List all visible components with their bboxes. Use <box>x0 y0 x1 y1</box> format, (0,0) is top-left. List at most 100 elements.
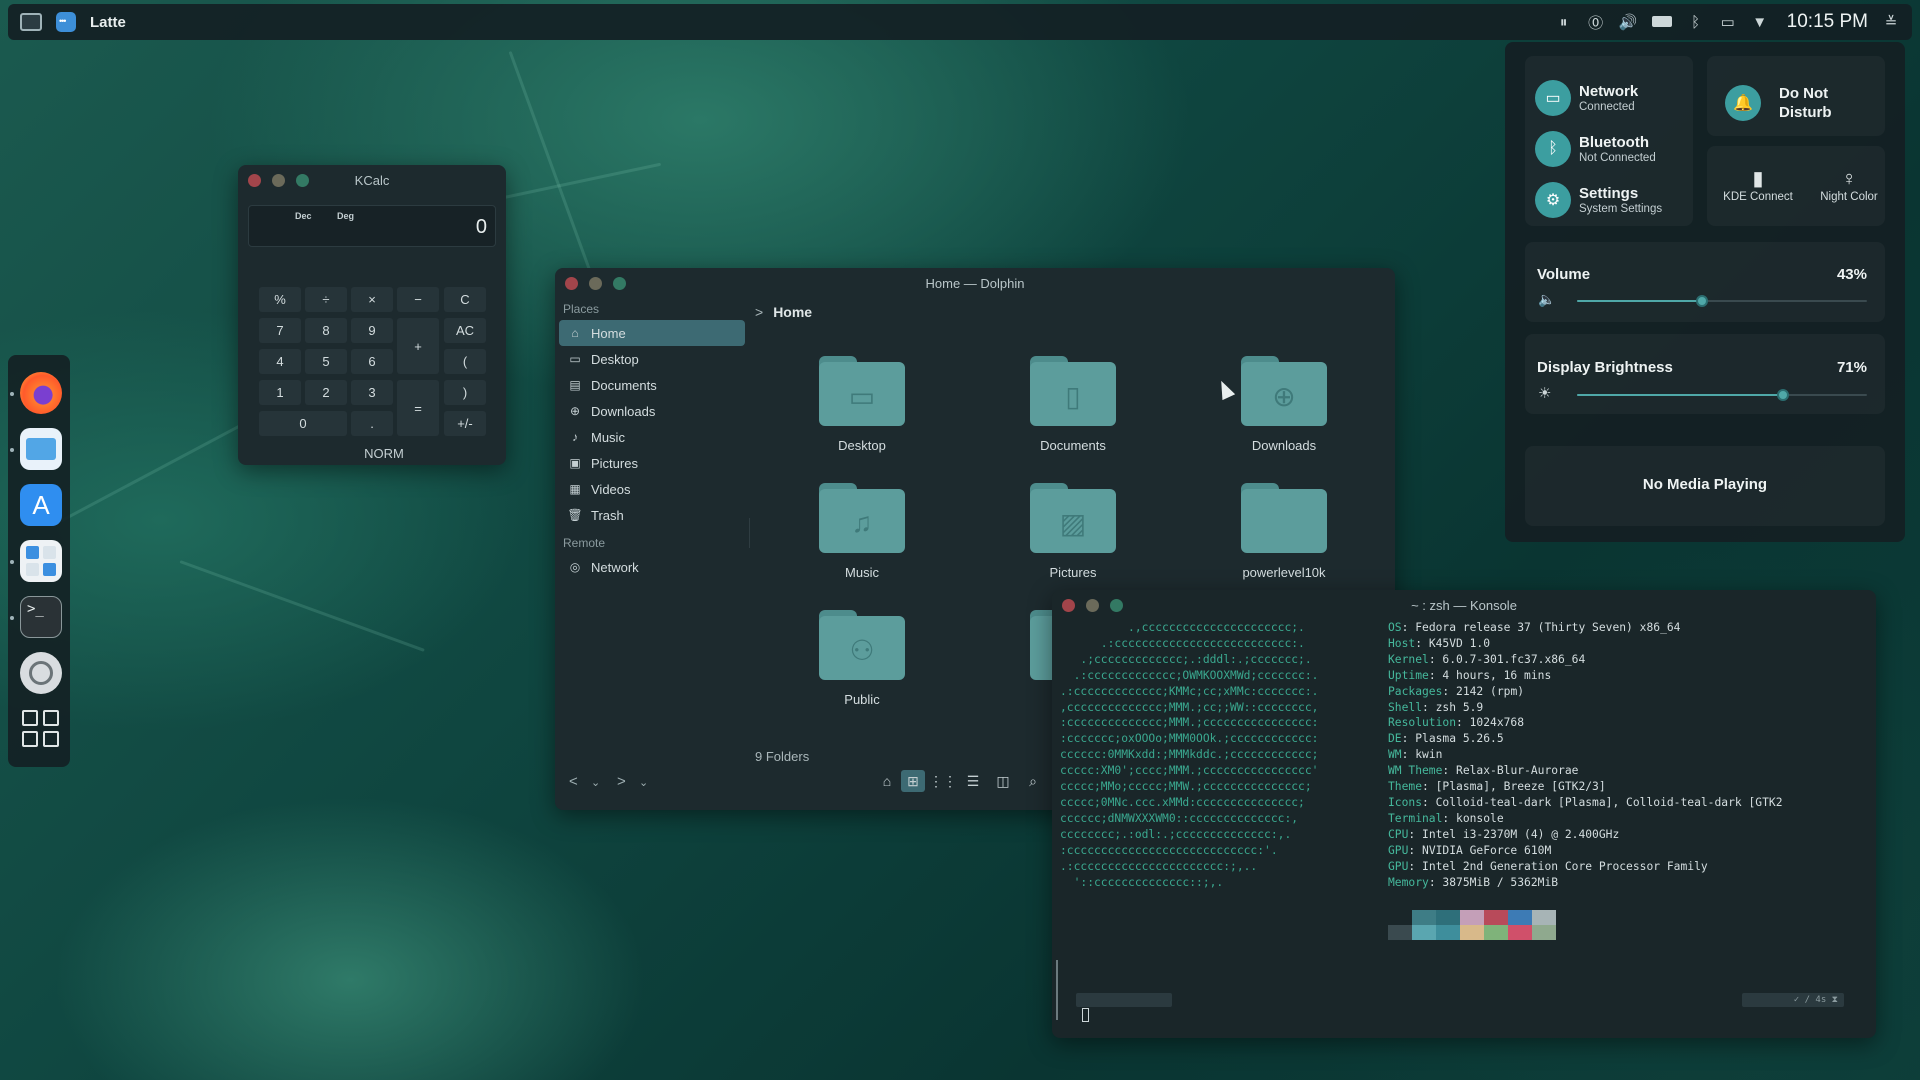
latte-app-icon[interactable] <box>56 12 76 32</box>
window-switcher-icon[interactable] <box>20 13 42 31</box>
place-videos[interactable]: ▦ Videos <box>559 476 745 502</box>
volume-icon[interactable]: 🔊 <box>1619 13 1638 31</box>
running-indicator <box>10 392 14 396</box>
key-clear[interactable]: C <box>444 287 486 312</box>
maximize-button[interactable] <box>296 174 309 187</box>
key-4[interactable]: 4 <box>259 349 301 374</box>
breadcrumb[interactable]: > Home <box>755 304 812 320</box>
kde-connect-toggle[interactable]: ▮ KDE Connect <box>1723 169 1793 204</box>
key-plus[interactable]: + <box>397 318 439 374</box>
close-button[interactable] <box>248 174 261 187</box>
network-toggle[interactable]: ▭ Network Connected <box>1535 80 1638 116</box>
volume-slider-handle[interactable] <box>1695 295 1708 307</box>
key-equals[interactable]: = <box>397 380 439 436</box>
key-6[interactable]: 6 <box>351 349 393 374</box>
place-documents[interactable]: ▤ Documents <box>559 372 745 398</box>
place-pictures[interactable]: ▣ Pictures <box>559 450 745 476</box>
bluetooth-icon[interactable]: ᛒ <box>1687 14 1705 31</box>
key-close-paren[interactable]: ) <box>444 380 486 405</box>
battery-icon[interactable] <box>1651 14 1673 31</box>
updates-icon[interactable]: ⓪ <box>1587 12 1605 33</box>
network-icon[interactable]: ▼ <box>1751 14 1769 31</box>
close-button[interactable] <box>565 277 578 290</box>
minimize-button[interactable] <box>272 174 285 187</box>
dolphin-titlebar[interactable]: Home — Dolphin <box>555 268 1395 298</box>
close-button[interactable] <box>1062 599 1075 612</box>
do-not-disturb-toggle[interactable]: 🔔 Do Not Disturb <box>1725 84 1859 122</box>
key-minus[interactable]: − <box>397 287 439 312</box>
cursor[interactable] <box>1082 1008 1089 1022</box>
maximize-button[interactable] <box>613 277 626 290</box>
folder-documents[interactable]: ▯ Documents <box>1008 356 1138 453</box>
key-multiply[interactable]: × <box>351 287 393 312</box>
files-icon[interactable] <box>20 428 62 470</box>
icons-view-icon[interactable]: ⊞ <box>901 770 925 792</box>
folder-powerlevel10k[interactable]: powerlevel10k <box>1219 483 1349 580</box>
window-title: Home — Dolphin <box>925 275 1025 291</box>
key-7[interactable]: 7 <box>259 318 301 343</box>
calculator-icon[interactable] <box>20 540 62 582</box>
compact-view-icon[interactable]: ⋮⋮ <box>929 770 957 792</box>
details-view-icon[interactable]: ☰ <box>961 770 985 792</box>
key-decimal[interactable]: . <box>351 411 393 436</box>
home-icon[interactable]: ⌂ <box>875 770 899 792</box>
place-network[interactable]: ◎ Network <box>559 554 745 580</box>
key-0[interactable]: 0 <box>259 411 347 436</box>
brightness-slider[interactable] <box>1577 389 1867 401</box>
ascii-line: :cccccccccccccc;MMM.;cccccccccccccccc: <box>1060 716 1319 730</box>
terminal-icon[interactable]: >_ <box>20 596 62 638</box>
key-percent[interactable]: % <box>259 287 301 312</box>
firefox-icon[interactable] <box>20 372 62 414</box>
info-row: Memory: 3875MiB / 5362MiB <box>1388 875 1783 891</box>
app-grid-icon[interactable] <box>20 708 62 750</box>
minimize-button[interactable] <box>589 277 602 290</box>
media-pause-icon[interactable]: ⏸ <box>1555 14 1573 31</box>
key-all-clear[interactable]: AC <box>444 318 486 343</box>
night-color-toggle[interactable]: ♀ Night Color <box>1814 169 1884 204</box>
chevron-down-icon[interactable]: ⌄ <box>639 776 648 789</box>
settings-toggle[interactable]: ⚙ Settings System Settings <box>1535 182 1662 218</box>
maximize-button[interactable] <box>1110 599 1123 612</box>
minimize-button[interactable] <box>1086 599 1099 612</box>
folder-downloads[interactable]: ⊕ Downloads <box>1219 356 1349 453</box>
brightness-icon[interactable]: ☀ <box>1538 384 1551 402</box>
key-divide[interactable]: ÷ <box>305 287 347 312</box>
folder-desktop[interactable]: ▭ Desktop <box>797 356 927 453</box>
info-sep: : <box>1401 732 1416 746</box>
key-9[interactable]: 9 <box>351 318 393 343</box>
folder-public[interactable]: ⚇ Public <box>797 610 927 707</box>
folder-pictures[interactable]: ▨ Pictures <box>1008 483 1138 580</box>
quick-settings-icon[interactable]: ≚ <box>1882 13 1900 31</box>
chevron-down-icon[interactable]: ⌄ <box>591 776 600 789</box>
key-1[interactable]: 1 <box>259 380 301 405</box>
place-downloads[interactable]: ⊕ Downloads <box>559 398 745 424</box>
key-8[interactable]: 8 <box>305 318 347 343</box>
active-app-name[interactable]: Latte <box>90 14 126 31</box>
info-sep: : <box>1408 843 1423 857</box>
key-sign[interactable]: +/- <box>444 411 486 436</box>
display-icon[interactable]: ▭ <box>1719 13 1737 31</box>
split-view-icon[interactable]: ◫ <box>991 770 1015 792</box>
volume-icon[interactable]: 🔈 <box>1538 291 1555 308</box>
place-desktop[interactable]: ▭ Desktop <box>559 346 745 372</box>
forward-icon[interactable]: > <box>617 773 626 790</box>
key-3[interactable]: 3 <box>351 380 393 405</box>
brightness-slider-handle[interactable] <box>1776 389 1789 401</box>
key-2[interactable]: 2 <box>305 380 347 405</box>
place-music[interactable]: ♪ Music <box>559 424 745 450</box>
place-home[interactable]: ⌂ Home <box>559 320 745 346</box>
key-open-paren[interactable]: ( <box>444 349 486 374</box>
back-icon[interactable]: < <box>569 773 578 790</box>
clock[interactable]: 10:15 PM <box>1787 11 1868 33</box>
konsole-titlebar[interactable]: ~ : zsh — Konsole <box>1052 590 1876 620</box>
app-store-icon[interactable]: A <box>20 484 62 526</box>
place-trash[interactable]: 🗑 Trash <box>559 502 745 528</box>
folder-music[interactable]: ♫ Music <box>797 483 927 580</box>
settings-icon[interactable] <box>20 652 62 694</box>
kcalc-titlebar[interactable]: KCalc <box>238 165 506 195</box>
info-key: CPU <box>1388 827 1409 841</box>
volume-slider[interactable] <box>1577 295 1867 307</box>
search-icon[interactable]: ⌕ <box>1021 770 1045 792</box>
bluetooth-toggle[interactable]: ᛒ Bluetooth Not Connected <box>1535 131 1656 167</box>
key-5[interactable]: 5 <box>305 349 347 374</box>
